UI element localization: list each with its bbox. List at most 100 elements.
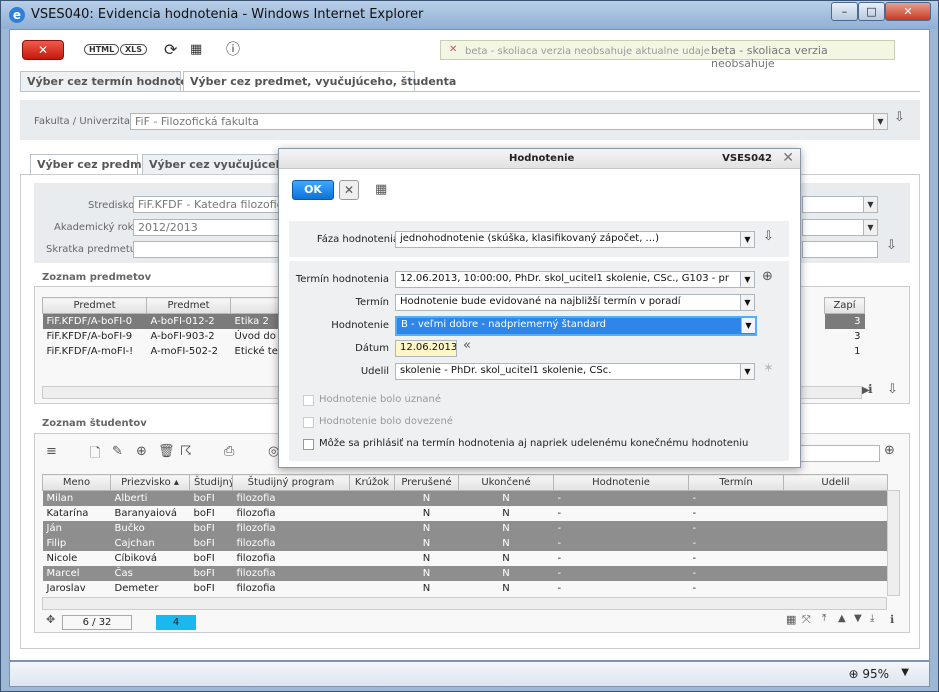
- down-icon[interactable]: ▼: [854, 613, 862, 624]
- udelil-label: Udelil: [360, 366, 389, 377]
- table-row[interactable]: Jaroslav Demeter boFI filozofia N N - -: [43, 581, 888, 596]
- col-header[interactable]: Termín: [688, 474, 784, 491]
- hodnotenie-select[interactable]: B - veľmi dobre - nadpriemerný štandard ▼: [395, 316, 757, 336]
- col-header[interactable]: Ukončené: [458, 474, 554, 491]
- zoom-level[interactable]: ⊕ 95%: [848, 667, 889, 681]
- info-small-icon[interactable]: ℹ: [890, 613, 894, 626]
- col-header[interactable]: Priezvisko ▴: [110, 474, 190, 491]
- hodnotenie-label: Hodnotenie: [331, 320, 389, 331]
- columns-icon[interactable]: ▦: [190, 41, 202, 59]
- print-icon[interactable]: ⎙: [224, 444, 234, 459]
- col-header[interactable]: Udelil: [783, 474, 888, 491]
- chevron-down-icon: ▼: [740, 232, 754, 247]
- col-header[interactable]: Predmet: [42, 297, 147, 314]
- expand-icon[interactable]: ⤧: [802, 613, 811, 627]
- students-horizontal-scrollbar[interactable]: [42, 597, 887, 610]
- info-icon[interactable]: ⓘ: [226, 41, 240, 59]
- columns-icon[interactable]: ▦: [375, 182, 387, 197]
- html-export-button[interactable]: HTML: [84, 41, 120, 59]
- chevron-down-icon[interactable]: ▼: [901, 667, 909, 678]
- notice-close-icon[interactable]: ✕: [449, 44, 457, 55]
- browser-window: e VSES040: Evidencia hodnotenia - Window…: [0, 0, 939, 692]
- table-row[interactable]: Milan Alberti boFI filozofia N N - -: [42, 490, 888, 506]
- filter-icon[interactable]: ≡: [46, 444, 57, 459]
- arrow-down-icon[interactable]: ⇩: [894, 110, 905, 125]
- col-header[interactable]: Zapí: [824, 297, 865, 314]
- cancel-button[interactable]: ✕: [339, 180, 359, 200]
- edit-icon[interactable]: ✎: [112, 444, 123, 459]
- maximize-button[interactable]: □: [858, 2, 885, 21]
- tab-predmet[interactable]: Výber cez predmet, vyučujúceho, študenta: [183, 71, 456, 91]
- skratka-input-end[interactable]: [802, 241, 878, 258]
- faza-select[interactable]: jednohodnotenie (skúška, klasifikovaný z…: [395, 231, 755, 248]
- col-header[interactable]: Prerušené: [394, 474, 459, 491]
- search-icon[interactable]: ⊕: [884, 443, 895, 458]
- tab-vyber-vyucujuci[interactable]: Výber cez vyučujúceho, š: [142, 154, 306, 174]
- double-left-arrow-icon[interactable]: «: [463, 338, 471, 353]
- skratka-input[interactable]: [133, 241, 283, 258]
- arrow-down-icon[interactable]: ⇩: [887, 382, 898, 397]
- tab-termin[interactable]: Výber cez termín hodnotenia: [20, 71, 207, 91]
- rok-select-end[interactable]: ▼: [802, 219, 878, 236]
- stredisko-select-end[interactable]: ▼: [802, 196, 878, 213]
- faza-label: Fáza hodnotenia: [316, 234, 399, 245]
- table-row[interactable]: FiF.KFDF/A-boFI-9 A-boFI-903-2 Úvod do: [43, 329, 288, 344]
- table-row[interactable]: FiF.KFDF/A-boFI-0 A-boFI-012-2 Etika 2: [42, 313, 288, 329]
- student-search-input[interactable]: [800, 445, 880, 462]
- xls-export-button[interactable]: XLS: [120, 41, 148, 59]
- page-indicator: 6 / 32: [62, 615, 132, 630]
- col-header[interactable]: Krúžok: [349, 474, 395, 491]
- table-row[interactable]: FiF.KFDF/A-moFI-! A-moFI-502-2 Etické teo: [43, 344, 288, 359]
- table-row[interactable]: Filip Cajchan boFI filozofia N N - -: [42, 535, 888, 551]
- termin-hodnotenia-select[interactable]: 12.06.2013, 10:00:00, PhDr. skol_ucitel1…: [395, 271, 755, 288]
- faculty-select[interactable]: FiF - Filozofická fakulta ▼: [130, 113, 888, 130]
- datum-input[interactable]: 12.06.2013: [395, 340, 457, 357]
- close-app-button[interactable]: ✕: [22, 40, 64, 60]
- chevron-down-icon: ▼: [740, 364, 754, 379]
- tab-vyber-predmet[interactable]: Výber cez predmet: [30, 154, 154, 174]
- col-header[interactable]: Hodnotenie: [553, 474, 689, 491]
- move-icon[interactable]: ✥: [46, 613, 55, 626]
- prihlasit-checkbox[interactable]: [303, 439, 314, 450]
- window-close-button[interactable]: ✕: [885, 2, 931, 21]
- skratka-label: Skratka predmetu: [46, 244, 137, 255]
- table-row[interactable]: Marcel Čas boFI filozofia N N - -: [42, 565, 888, 581]
- udelil-select[interactable]: skolenie - PhDr. skol_ucitel1 skolenie, …: [395, 363, 755, 380]
- uznane-checkbox[interactable]: [303, 395, 314, 406]
- table-row[interactable]: Nicole Cíbiková boFI filozofia N N - -: [43, 551, 888, 566]
- info-small-icon[interactable]: ℹ: [868, 382, 873, 396]
- table-row[interactable]: Ján Bučko boFI filozofia N N - -: [42, 520, 888, 536]
- vertical-scrollbar[interactable]: [887, 490, 900, 596]
- beta-message: beta - skoliaca verzia neobsahuje aktual…: [465, 46, 710, 57]
- run-icon[interactable]: ☈: [180, 444, 192, 459]
- last-page-icon[interactable]: ⤓: [870, 613, 874, 624]
- subjects-table-right: Zapí 3 3 1: [824, 297, 865, 359]
- new-doc-icon[interactable]: 🗋: [90, 444, 100, 466]
- chevron-down-icon: ▼: [873, 114, 887, 129]
- rok-select[interactable]: 2012/2013: [133, 219, 283, 236]
- stredisko-select[interactable]: FiF.KFDF - Katedra filozofie: [133, 196, 283, 213]
- col-header[interactable]: Predmet: [146, 297, 231, 314]
- grid-icon[interactable]: ▦: [786, 613, 796, 626]
- col-header[interactable]: Meno: [42, 474, 111, 491]
- up-icon[interactable]: ▲: [838, 613, 846, 624]
- minimize-button[interactable]: –: [831, 2, 858, 21]
- zoom-icon[interactable]: ⊕: [136, 444, 147, 459]
- col-header[interactable]: Študijný: [189, 474, 233, 491]
- termin-label: Termín: [355, 297, 389, 308]
- ok-button[interactable]: OK: [292, 180, 334, 200]
- arrow-down-icon[interactable]: ⇩: [886, 238, 897, 253]
- arrow-down-icon[interactable]: ⇩: [763, 229, 774, 244]
- close-icon[interactable]: ✕: [782, 150, 794, 166]
- dovezene-checkbox[interactable]: [303, 417, 314, 428]
- dovezene-label: Hodnotenie bolo dovezené: [319, 416, 453, 427]
- termin-select[interactable]: Hodnotenie bude evidované na najbližší t…: [395, 294, 755, 311]
- first-page-icon[interactable]: ⤒: [822, 613, 826, 624]
- dialog-code: VSES042: [722, 153, 772, 164]
- sparkle-arrow-icon[interactable]: ✶: [763, 361, 774, 376]
- col-header[interactable]: Študijný program: [232, 474, 350, 491]
- refresh-icon[interactable]: ⟳: [164, 41, 177, 59]
- table-row[interactable]: Katarína Baranyaiová boFI filozofia N N - -: [43, 506, 888, 521]
- delete-icon[interactable]: 🗑: [158, 444, 175, 459]
- zoom-icon[interactable]: ⊕: [762, 269, 773, 284]
